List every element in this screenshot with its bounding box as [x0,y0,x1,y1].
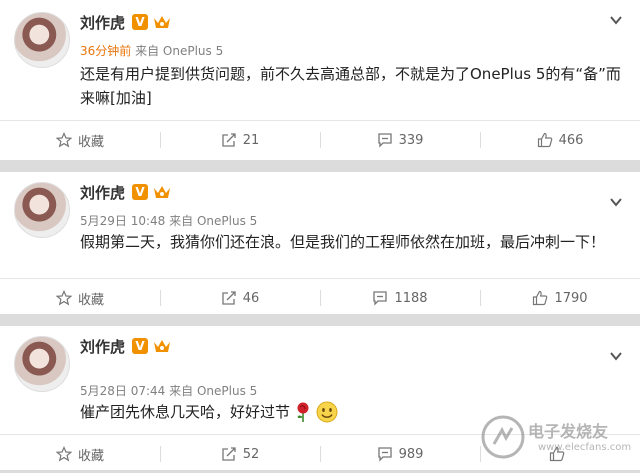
post-actions: 收藏 52 989 [0,434,640,473]
verified-badge-icon: V [132,184,148,200]
favorite-button[interactable]: 收藏 [0,121,160,159]
rose-emoji-icon [297,402,309,422]
star-icon [55,132,72,148]
favorite-label: 收藏 [77,134,104,150]
author-name[interactable]: 刘作虎 [80,182,125,203]
author-name[interactable]: 刘作虎 [80,12,125,33]
chevron-down-icon[interactable] [610,350,622,362]
repost-button[interactable]: 52 [160,435,320,473]
post-text: 还是有用户提到供货问题，前不久去高通总部，不就是为了OnePlus 5的有“备”… [80,62,625,110]
repost-button[interactable]: 46 [160,279,320,317]
crown-icon [154,186,170,198]
star-icon [55,290,72,306]
favorite-button[interactable]: 收藏 [0,279,160,317]
like-count: 1790 [554,290,588,306]
post-time[interactable]: 36分钟前 [80,44,131,58]
comment-button[interactable]: 1188 [320,279,480,317]
comment-count: 989 [398,446,424,462]
favorite-button[interactable]: 收藏 [0,435,160,473]
repost-count: 46 [242,290,260,306]
thumbs-up-icon [549,446,565,462]
weibo-post-1: 刘作虎 V 36分钟前 来自 OnePlus 5 还是有用户提到供货问题，前不久… [0,0,640,160]
comment-icon [377,133,392,148]
post-source: 来自 OnePlus 5 [169,214,258,228]
repost-icon [222,133,236,147]
crown-icon [154,16,170,28]
post-text-line: 假期第二天，我猜你们还在浪。但是我们的工程师依然在加班，最后冲刺一下！ [80,233,606,251]
comment-button[interactable]: 989 [320,435,480,473]
post-text-line: 催产团先休息几天哈，好好过节 [80,403,291,421]
smile-emoji-icon [316,401,338,423]
post-source: 来自 OnePlus 5 [169,384,258,398]
post-text: 假期第二天，我猜你们还在浪。但是我们的工程师依然在加班，最后冲刺一下！ [80,230,625,254]
post-time[interactable]: 5月28日 07:44 [80,384,165,398]
like-button[interactable]: 1790 [480,279,640,317]
comment-icon [373,291,388,306]
thumbs-up-icon [533,290,548,306]
chevron-down-icon[interactable] [610,196,622,208]
like-button[interactable]: 466 [480,121,640,159]
favorite-label: 收藏 [77,448,104,464]
chevron-down-icon[interactable] [610,14,622,26]
weibo-post-3: 刘作虎 V 5月28日 07:44 来自 OnePlus 5 催产团先休息几天哈… [0,326,640,470]
like-button[interactable] [480,435,640,473]
comment-count: 1188 [394,290,428,306]
repost-icon [222,291,236,305]
author-name[interactable]: 刘作虎 [80,336,125,357]
repost-count: 21 [242,132,260,148]
weibo-post-2: 刘作虎 V 5月29日 10:48 来自 OnePlus 5 假期第二天，我猜你… [0,172,640,314]
repost-button[interactable]: 21 [160,121,320,159]
repost-icon [222,447,236,461]
comment-button[interactable]: 339 [320,121,480,159]
verified-badge-icon: V [132,338,148,354]
like-count: 466 [558,132,584,148]
post-meta: 36分钟前 来自 OnePlus 5 [80,42,223,59]
favorite-label: 收藏 [77,292,104,308]
post-time[interactable]: 5月29日 10:48 [80,214,165,228]
avatar[interactable] [14,336,70,392]
verified-badge-icon: V [132,14,148,30]
post-actions: 收藏 46 1188 1790 [0,278,640,317]
comment-icon [377,447,392,462]
post-meta: 5月29日 10:48 来自 OnePlus 5 [80,212,257,229]
thumbs-up-icon [537,132,552,148]
repost-count: 52 [242,446,260,462]
avatar[interactable] [14,182,70,238]
post-actions: 收藏 21 339 466 [0,120,640,159]
post-source: 来自 OnePlus 5 [135,44,224,58]
star-icon [55,446,72,462]
post-text-line: 来嘛[加油] [80,89,152,107]
post-text-line: 还是有用户提到供货问题，前不久去高通总部，不就是为了OnePlus 5的有“备”… [80,65,621,83]
avatar[interactable] [14,12,70,68]
post-meta: 5月28日 07:44 来自 OnePlus 5 [80,382,257,399]
post-text: 催产团先休息几天哈，好好过节 [80,400,625,424]
crown-icon [154,340,170,352]
comment-count: 339 [398,132,424,148]
